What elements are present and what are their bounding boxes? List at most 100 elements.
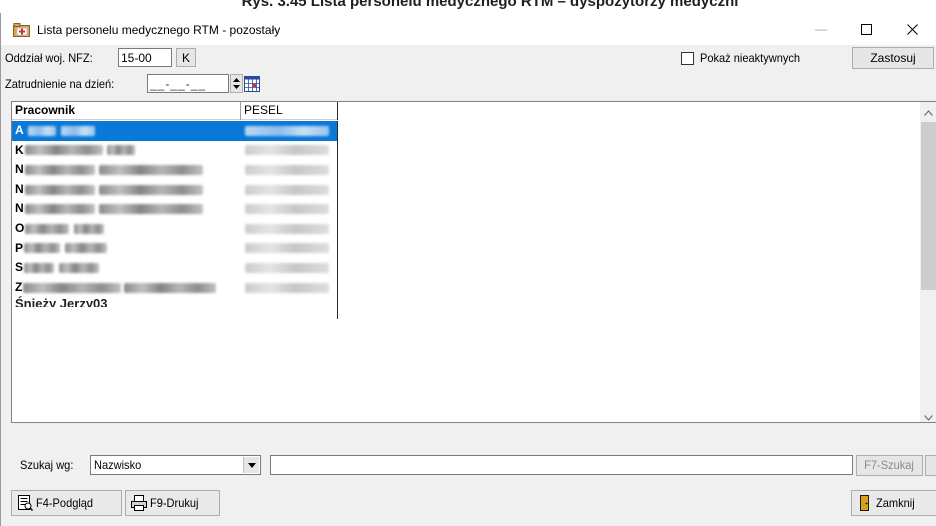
grid-rows: A K N N N O P S Z Śnieży Jerzy03 [12,121,338,319]
search-row: Szukaj wg: Nazwisko F7-Szukaj [1,453,936,477]
redacted-name [24,145,103,156]
redacted-pesel [245,165,330,176]
redacted-name [106,145,135,156]
maximize-button[interactable] [843,13,889,45]
column-header-pesel[interactable]: PESEL [241,102,338,120]
cell-pracownik: N [12,160,240,180]
redacted-name [74,223,105,234]
cell-pesel [240,258,337,278]
cell-pracownik: P [12,239,240,259]
redacted-name [25,223,70,234]
oddzial-label: Oddział woj. NFZ: [5,51,93,65]
search-field-select[interactable]: Nazwisko [90,455,261,475]
date-spin-button[interactable] [230,74,243,93]
redacted-name [27,125,56,136]
redacted-pesel [245,204,330,215]
table-row[interactable]: A [12,121,337,141]
redacted-name [98,165,203,176]
scroll-down-button[interactable] [920,409,936,422]
print-button[interactable]: F9-Drukuj [125,490,220,516]
cell-pesel [240,239,337,259]
redacted-name [65,243,108,254]
chevron-down-icon [924,414,933,421]
table-row[interactable]: S [12,258,337,278]
table-row[interactable]: P [12,239,337,259]
redacted-name [98,184,203,195]
table-row[interactable]: N [12,199,337,219]
column-header-pracownik[interactable]: Pracownik [12,102,241,120]
close-button[interactable]: Zamknij [851,490,936,516]
cell-pracownik: N [12,199,240,219]
table-row[interactable]: N [12,180,337,200]
cell-pracownik: O [12,219,240,239]
cell-pesel [240,180,337,200]
redacted-name [24,204,95,215]
redacted-pesel [245,145,330,156]
action-bar: F4-Podgląd F9-Drukuj Zamknij [1,488,936,518]
table-row[interactable]: O [12,219,337,239]
date-row: Zatrudnienie na dzień: __-__-__ [1,71,936,97]
apply-button[interactable]: Zastosuj [852,47,934,69]
preview-icon [16,494,34,512]
redacted-name [59,262,100,273]
medical-folder-icon [13,23,30,37]
cell-pracownik: K [12,141,240,161]
partial-row-name: Śnieży Jerzy03 [15,296,108,307]
cell-pesel [240,121,337,141]
minimize-button[interactable]: — [798,13,844,45]
zatrudnienie-label: Zatrudnienie na dzień: [5,77,115,91]
redacted-pesel [245,223,330,234]
figure-caption: Rys. 3.45 Lista personelu medycznego RTM… [241,0,739,10]
cell-pracownik: A [12,121,240,141]
cell-pesel [240,219,337,239]
redacted-pesel [245,282,330,293]
cell-pesel [240,199,337,219]
search-button[interactable]: F7-Szukaj [856,455,923,476]
search-input[interactable] [270,455,853,475]
redacted-name [24,243,61,254]
spin-arrows-icon [233,78,240,89]
printer-icon [130,494,148,512]
cell-pracownik: N [12,180,240,200]
grid-header: Pracownik PESEL [12,102,338,120]
redacted-name [24,262,55,273]
cell-pesel [240,160,337,180]
redacted-name [24,165,95,176]
preview-button[interactable]: F4-Podgląd [11,490,122,516]
search-options-button[interactable] [925,455,936,476]
partial-row: Śnieży Jerzy03 5000000000 [15,295,108,307]
show-inactive-label: Pokaż nieaktywnych [700,51,801,65]
app-window: Lista personelu medycznego RTM - pozosta… [0,13,936,526]
vertical-scrollbar[interactable] [920,102,936,422]
redacted-pesel [245,262,330,273]
cell-pesel [240,278,337,298]
zatrudnienie-date-input[interactable]: __-__-__ [147,74,229,93]
title-bar: Lista personelu medycznego RTM - pozosta… [1,13,936,45]
dropdown-arrow[interactable] [243,457,259,473]
k-button[interactable]: K [176,48,196,67]
chevron-up-icon [924,109,933,116]
calendar-icon [244,76,260,92]
chevron-down-icon [247,462,256,468]
search-label: Szukaj wg: [20,458,74,472]
cell-pracownik: S [12,258,240,278]
calendar-button[interactable] [244,76,260,92]
redacted-name [24,184,95,195]
search-field-value: Nazwisko [94,458,142,472]
table-row[interactable]: K [12,141,337,161]
redacted-name [124,282,217,293]
filter-row: Oddział woj. NFZ: 15-00 K Pokaż nieaktyw… [1,45,936,71]
redacted-pesel [245,184,330,195]
scroll-up-button[interactable] [920,104,936,121]
table-row[interactable]: N [12,160,337,180]
maximize-icon [860,23,872,35]
window-title: Lista personelu medycznego RTM - pozosta… [37,23,281,37]
redacted-name [60,125,95,136]
redacted-pesel [245,125,330,136]
redacted-pesel [245,243,330,254]
show-inactive-checkbox[interactable] [681,52,694,65]
close-window-button[interactable] [889,13,935,45]
scroll-thumb[interactable] [921,122,936,290]
oddzial-input[interactable]: 15-00 [118,48,172,67]
staff-grid[interactable]: Pracownik PESEL A K N N N O P S Z Śnieży… [11,101,936,423]
